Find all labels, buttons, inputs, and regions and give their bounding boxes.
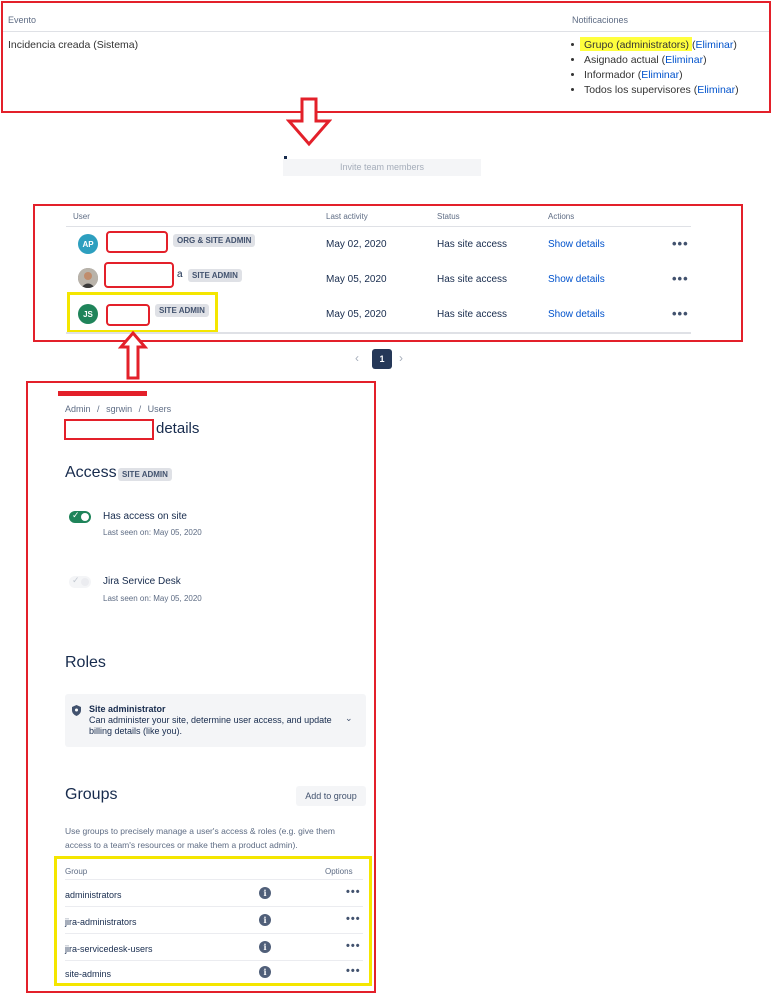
pagination-prev-icon[interactable]: ‹ bbox=[355, 351, 359, 365]
add-to-group-button[interactable]: Add to group bbox=[296, 786, 366, 806]
breadcrumb-separator: / bbox=[97, 404, 100, 414]
group-row-divider bbox=[65, 960, 363, 961]
notification-item: Informador (Eliminar) bbox=[584, 68, 739, 83]
info-icon[interactable]: i bbox=[259, 914, 271, 926]
redacted-user-name bbox=[104, 262, 174, 288]
product-last-seen: Last seen on: May 05, 2020 bbox=[103, 528, 202, 537]
notification-list: Grupo (administrators) (Eliminar) Asigna… bbox=[572, 38, 739, 98]
last-activity: May 02, 2020 bbox=[326, 239, 387, 250]
last-activity: May 05, 2020 bbox=[326, 309, 387, 320]
pagination-next-icon[interactable]: › bbox=[399, 351, 403, 365]
avatar[interactable]: JS bbox=[78, 304, 98, 324]
role-description: billing details (like you). bbox=[89, 726, 183, 736]
groups-description: Use groups to precisely manage a user's … bbox=[65, 826, 335, 836]
status: Has site access bbox=[437, 239, 508, 250]
remove-link[interactable]: Eliminar bbox=[665, 54, 703, 66]
redacted-user-name bbox=[106, 231, 168, 253]
page-title: details bbox=[156, 420, 200, 437]
breadcrumb-site[interactable]: sgrwin bbox=[106, 404, 132, 414]
toggle-check-icon: ✓ bbox=[72, 575, 80, 585]
group-row-divider bbox=[65, 933, 363, 934]
info-icon[interactable]: i bbox=[259, 941, 271, 953]
col-header-status: Status bbox=[437, 212, 460, 221]
breadcrumb-users[interactable]: Users bbox=[148, 404, 172, 414]
status: Has site access bbox=[437, 309, 508, 320]
chevron-down-icon[interactable]: ⌄ bbox=[345, 713, 353, 724]
invite-team-button[interactable]: Invite team members bbox=[283, 159, 481, 176]
access-badge: SITE ADMIN bbox=[118, 468, 172, 481]
shield-icon bbox=[72, 705, 81, 716]
remove-link[interactable]: Eliminar bbox=[641, 69, 679, 81]
event-name: Incidencia creada (Sistema) bbox=[8, 39, 139, 51]
show-details-link[interactable]: Show details bbox=[548, 239, 605, 250]
breadcrumb-separator: / bbox=[138, 404, 142, 414]
col-header-group: Group bbox=[65, 867, 88, 876]
annotation-down-arrow-icon bbox=[286, 97, 332, 147]
roles-heading: Roles bbox=[65, 654, 106, 671]
remove-link[interactable]: Eliminar bbox=[697, 84, 735, 96]
col-header-actions: Actions bbox=[548, 212, 575, 221]
jira-sd-toggle[interactable]: ✓ bbox=[69, 575, 91, 588]
annotation-line bbox=[58, 391, 147, 396]
name-fragment: a bbox=[177, 269, 183, 280]
more-options-icon[interactable]: ••• bbox=[346, 886, 361, 898]
product-name: Jira Service Desk bbox=[103, 576, 181, 587]
toggle-check-icon: ✓ bbox=[72, 510, 80, 520]
col-header-user: User bbox=[73, 212, 90, 221]
group-header-divider bbox=[65, 879, 363, 880]
toggle-knob bbox=[81, 513, 89, 521]
show-details-link[interactable]: Show details bbox=[548, 309, 605, 320]
avatar[interactable] bbox=[78, 268, 98, 288]
notification-item: Asignado actual (Eliminar) bbox=[584, 53, 739, 68]
breadcrumb-admin[interactable]: Admin bbox=[65, 404, 91, 414]
groups-description: access to a team's resources or make the… bbox=[65, 840, 298, 850]
notification-item: Grupo (administrators) (Eliminar) bbox=[584, 38, 739, 53]
role-badge: SITE ADMIN bbox=[155, 304, 209, 317]
col-header-options: Options bbox=[325, 867, 353, 876]
redacted-user-name bbox=[106, 304, 150, 326]
more-actions-icon[interactable]: ••• bbox=[672, 271, 689, 286]
more-actions-icon[interactable]: ••• bbox=[672, 236, 689, 251]
status: Has site access bbox=[437, 274, 508, 285]
col-header-event: Evento bbox=[8, 15, 37, 25]
info-icon[interactable]: i bbox=[259, 966, 271, 978]
header-divider bbox=[3, 31, 769, 32]
role-description: Can administer your site, determine user… bbox=[89, 715, 332, 725]
show-details-link[interactable]: Show details bbox=[548, 274, 605, 285]
table-header-divider bbox=[66, 226, 691, 227]
group-row-divider bbox=[65, 906, 363, 907]
group-name: administrators bbox=[65, 890, 122, 900]
user-photo-icon bbox=[78, 268, 98, 288]
table-bottom-divider bbox=[66, 332, 691, 334]
toggle-knob bbox=[81, 578, 89, 586]
redacted-title-name bbox=[64, 419, 154, 440]
last-activity: May 05, 2020 bbox=[326, 274, 387, 285]
more-options-icon[interactable]: ••• bbox=[346, 913, 361, 925]
info-icon[interactable]: i bbox=[259, 887, 271, 899]
annotation-up-arrow-icon bbox=[118, 330, 148, 380]
site-access-toggle[interactable]: ✓ bbox=[69, 510, 91, 523]
group-name: site-admins bbox=[65, 969, 112, 979]
access-heading: Access bbox=[65, 464, 117, 481]
product-last-seen: Last seen on: May 05, 2020 bbox=[103, 594, 202, 603]
groups-heading: Groups bbox=[65, 786, 118, 803]
role-card[interactable]: Site administrator Can administer your s… bbox=[65, 694, 366, 747]
role-badge: ORG & SITE ADMIN bbox=[173, 234, 256, 247]
avatar[interactable]: AP bbox=[78, 234, 98, 254]
role-badge: SITE ADMIN bbox=[188, 269, 242, 282]
group-name: jira-servicedesk-users bbox=[65, 944, 153, 954]
col-header-notifications: Notificaciones bbox=[572, 15, 629, 25]
more-options-icon[interactable]: ••• bbox=[346, 940, 361, 952]
group-name: jira-administrators bbox=[65, 917, 137, 927]
notification-item: Todos los supervisores (Eliminar) bbox=[584, 83, 739, 98]
product-name: Has access on site bbox=[103, 511, 187, 522]
more-actions-icon[interactable]: ••• bbox=[672, 306, 689, 321]
breadcrumb: Admin / sgrwin / Users bbox=[65, 404, 171, 414]
role-name: Site administrator bbox=[89, 704, 166, 714]
more-options-icon[interactable]: ••• bbox=[346, 965, 361, 977]
remove-link[interactable]: Eliminar bbox=[695, 39, 733, 51]
col-header-last-activity: Last activity bbox=[326, 212, 368, 221]
pagination-page-button[interactable]: 1 bbox=[372, 349, 392, 369]
